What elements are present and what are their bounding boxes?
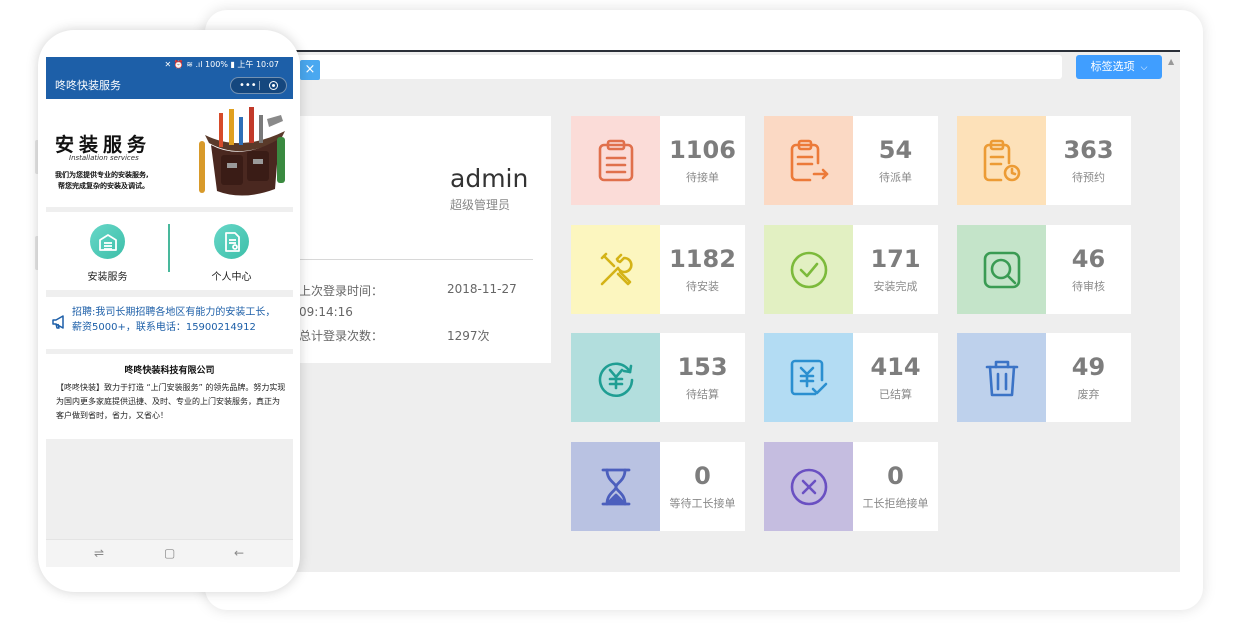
stat-label: 待审核 <box>1072 280 1105 293</box>
android-nav-bar: ⇌ ▢ ← <box>46 539 293 567</box>
stat-label: 待安装 <box>686 280 719 293</box>
stat-label: 安装完成 <box>873 280 918 293</box>
back-icon[interactable]: ← <box>234 546 244 560</box>
banner-desc: 我们为您提供专业的安装服务, <box>55 171 149 179</box>
toolbelt-illustration <box>199 107 285 196</box>
phone-frame: ✕ ⏰ ≋ .ıl 100% ▮ 上午 10:07 咚咚快装服务 ••• 安装服… <box>38 30 300 592</box>
stat-count: 49 <box>1071 353 1106 381</box>
stat-label: 已结算 <box>879 388 912 401</box>
service-banner[interactable]: 安装服务 Installation services 我们为您提供专业的安装服务… <box>46 99 293 207</box>
admin-role: 超级管理员 <box>450 198 511 212</box>
company-desc: 【咚咚快装】致力于打造 “上门安装服务” 的领先品牌。努力实现为国内更多家庭提供… <box>56 383 286 420</box>
more-icon[interactable]: ••• <box>239 78 257 93</box>
stat-count: 46 <box>1071 245 1106 273</box>
phone-screen: ✕ ⏰ ≋ .ıl 100% ▮ 上午 10:07 咚咚快装服务 ••• 安装服… <box>46 57 293 567</box>
stat-count: 0 <box>887 462 904 490</box>
clipboard-clock-icon <box>957 116 1046 205</box>
banner-subtitle: Installation services <box>69 154 139 162</box>
app-title-bar: 咚咚快装服务 ••• <box>46 72 293 99</box>
last-login-label: 上次登录时间： <box>299 284 384 298</box>
stat-card-pending-appointment[interactable]: 363 待预约 <box>957 116 1131 205</box>
status-bar: ✕ ⏰ ≋ .ıl 100% ▮ 上午 10:07 <box>46 57 293 72</box>
login-count-label: 总计登录次数： <box>299 329 384 343</box>
stat-count: 1106 <box>669 136 736 164</box>
stat-label: 废弃 <box>1077 388 1100 401</box>
capsule-divider <box>259 81 260 90</box>
mini-program-capsule: ••• <box>230 77 287 94</box>
settled-check-icon <box>764 333 853 422</box>
app-title: 咚咚快装服务 <box>55 79 121 92</box>
yuan-refresh-icon <box>571 333 660 422</box>
stat-card-awaiting-foreman[interactable]: 0 等待工长接单 <box>571 442 745 531</box>
clipboard-dispatch-icon <box>764 116 853 205</box>
tab-close-button[interactable]: × <box>300 60 320 80</box>
hourglass-icon <box>571 442 660 531</box>
x-circle-icon <box>764 442 853 531</box>
tools-icon <box>571 225 660 314</box>
stat-label: 待派单 <box>879 171 912 184</box>
recent-apps-icon[interactable]: ⇌ <box>94 546 104 560</box>
stat-count: 363 <box>1063 136 1114 164</box>
chevron-down-icon: ⌵ <box>1140 63 1148 73</box>
stat-card-pending-review[interactable]: 46 待审核 <box>957 225 1131 314</box>
stat-label: 待结算 <box>686 388 719 401</box>
last-login-time: 09:14:16 <box>299 305 353 319</box>
divider <box>270 259 533 260</box>
tab-bar: × 标签选项 ⌵ ▲ <box>270 52 1180 82</box>
banner-desc: 帮您完成复杂的安装及调试。 <box>58 182 149 190</box>
admin-dashboard: × 标签选项 ⌵ ▲ admin 超级管理员 上次登录时间： 2018-11-27… <box>270 50 1180 572</box>
menu-label: 个人中心 <box>211 272 252 283</box>
stat-card-pending-accept[interactable]: 1106 待接单 <box>571 116 745 205</box>
trash-icon <box>957 333 1046 422</box>
company-name: 咚咚快装科技有限公司 <box>124 366 215 376</box>
stat-label: 工长拒绝接单 <box>862 497 929 510</box>
banner-title: 安装服务 <box>55 134 152 156</box>
stat-count: 171 <box>870 245 921 273</box>
stat-card-foreman-rejected[interactable]: 0 工长拒绝接单 <box>764 442 938 531</box>
stat-count: 0 <box>694 462 711 490</box>
tab-options-label: 标签选项 <box>1090 60 1135 73</box>
menu-personal-center[interactable]: 个人中心 <box>170 212 293 290</box>
tab-options-button[interactable]: 标签选项 ⌵ <box>1076 55 1162 79</box>
check-circle-icon <box>764 225 853 314</box>
menu-label: 安装服务 <box>87 272 128 283</box>
stat-count: 1182 <box>669 245 736 273</box>
stat-card-install-complete[interactable]: 171 安装完成 <box>764 225 938 314</box>
stat-card-discarded[interactable]: 49 废弃 <box>957 333 1131 422</box>
close-target-icon[interactable] <box>269 81 278 90</box>
search-check-icon <box>957 225 1046 314</box>
login-count-value: 1297次 <box>447 329 490 343</box>
profile-doc-icon <box>214 224 249 259</box>
stat-card-pending-install[interactable]: 1182 待安装 <box>571 225 745 314</box>
menu-install-service[interactable]: 安装服务 <box>46 212 169 290</box>
status-bar-text: ✕ ⏰ ≋ .ıl 100% ▮ 上午 10:07 <box>164 60 279 69</box>
home-icon[interactable]: ▢ <box>164 546 175 560</box>
last-login-date: 2018-11-27 <box>447 282 517 296</box>
stat-count: 153 <box>677 353 728 381</box>
stat-label: 待接单 <box>686 171 719 184</box>
stat-card-settled[interactable]: 414 已结算 <box>764 333 938 422</box>
clipboard-list-icon <box>571 116 660 205</box>
notice-text: 招聘:我司长期招聘各地区有能力的安装工长，薪资5000+，联系电话：159002… <box>72 307 276 333</box>
profile-card: admin 超级管理员 上次登录时间： 2018-11-27 09:14:16 … <box>270 116 551 363</box>
stat-card-pending-settlement[interactable]: 153 待结算 <box>571 333 745 422</box>
service-menu: 安装服务 个人中心 <box>46 212 293 290</box>
stat-count: 54 <box>878 136 913 164</box>
stat-card-pending-dispatch[interactable]: 54 待派单 <box>764 116 938 205</box>
tabs-strip[interactable]: × <box>270 55 1062 80</box>
company-intro: 咚咚快装科技有限公司 【咚咚快装】致力于打造 “上门安装服务” 的领先品牌。努力… <box>46 354 293 439</box>
scroll-up-icon[interactable]: ▲ <box>1168 57 1174 66</box>
stat-label: 待预约 <box>1072 171 1105 184</box>
garage-icon <box>90 224 125 259</box>
megaphone-icon <box>52 315 64 329</box>
recruit-notice[interactable]: 招聘:我司长期招聘各地区有能力的安装工长，薪资5000+，联系电话：159002… <box>46 297 293 349</box>
stat-count: 414 <box>870 353 921 381</box>
stat-label: 等待工长接单 <box>669 497 736 510</box>
admin-name: admin <box>450 164 529 193</box>
